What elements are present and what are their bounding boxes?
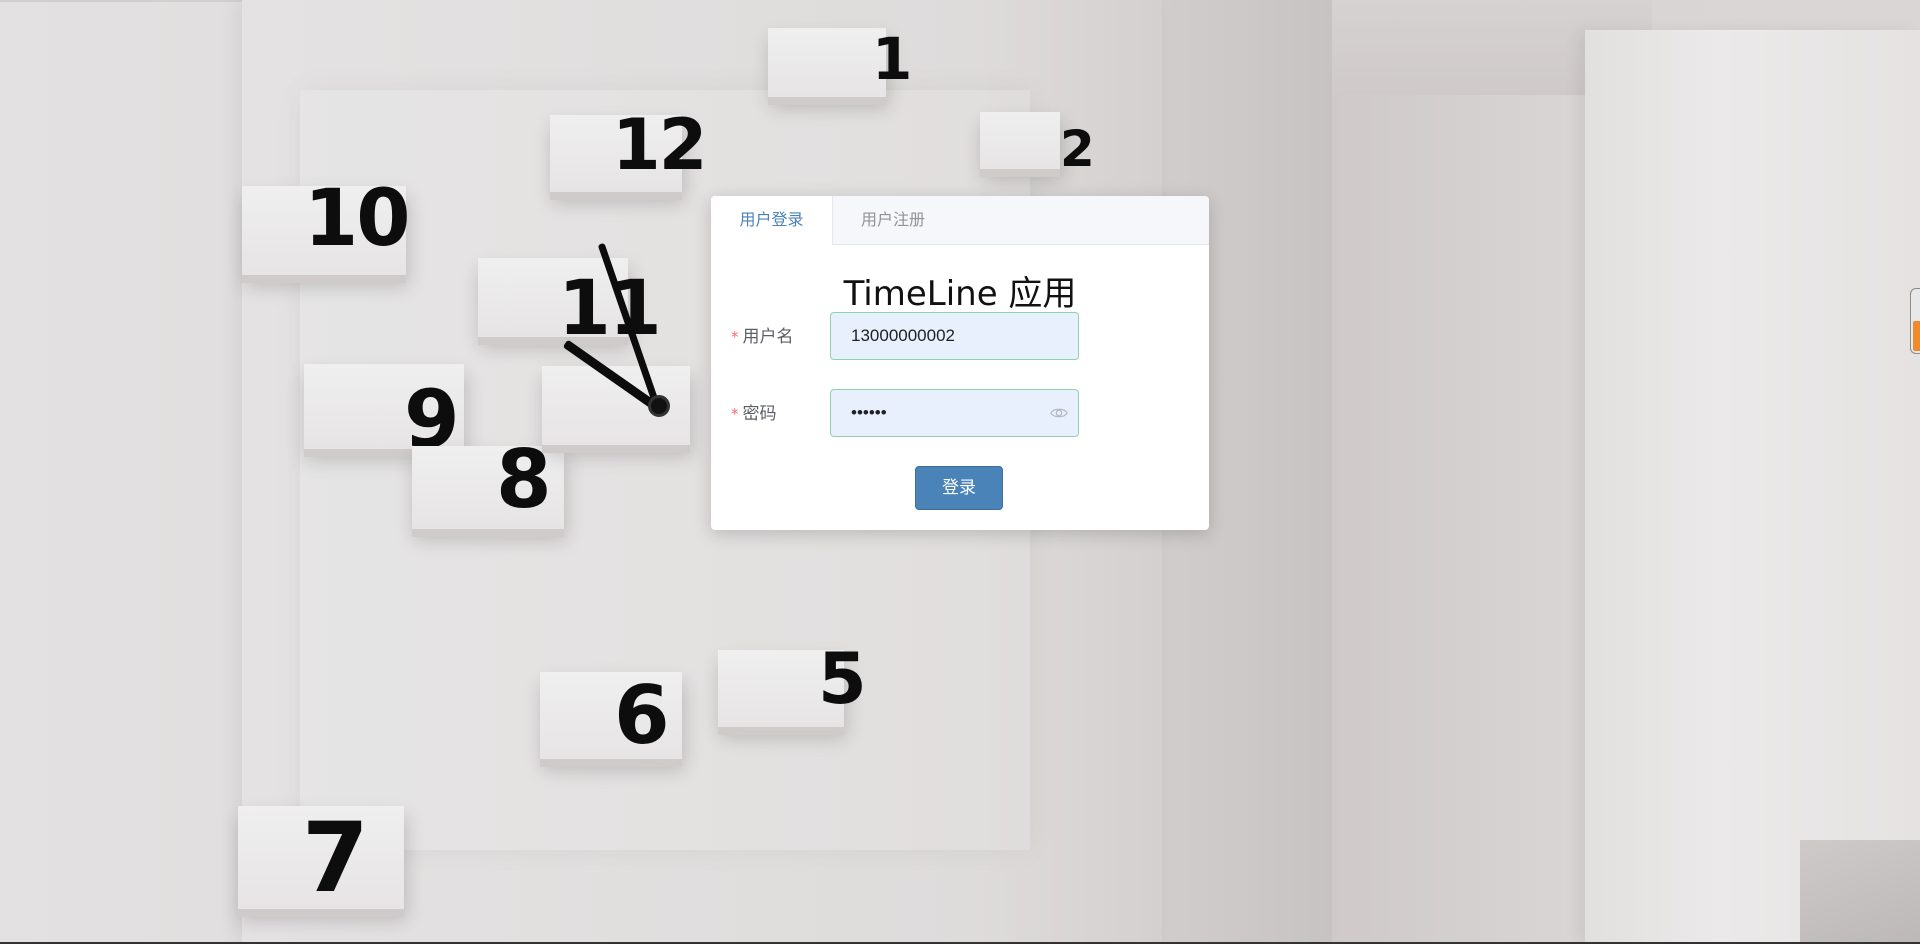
clock-pivot	[648, 395, 670, 417]
password-field	[830, 389, 1079, 437]
login-card: 用户登录 用户注册 TimeLine 应用 *用户名 *密码 登录	[711, 196, 1209, 530]
clock-block	[980, 112, 1060, 177]
clock-number: 7	[302, 802, 369, 914]
clock-number: 10	[304, 174, 411, 264]
background-floor	[1800, 840, 1920, 944]
side-scroll-handle-fill	[1913, 321, 1920, 351]
required-mark: *	[731, 328, 739, 346]
password-row: * 密码	[711, 389, 1209, 439]
side-scroll-handle[interactable]	[1910, 288, 1920, 354]
username-label-text: 用户名	[742, 327, 794, 347]
username-field	[830, 312, 1079, 360]
tab-bar: 用户登录 用户注册	[711, 196, 1209, 245]
password-label-text: 密码	[742, 404, 777, 424]
app-title: TimeLine 应用	[843, 274, 1077, 314]
clock-number: 12	[612, 104, 707, 186]
tab-user-login[interactable]: 用户登录	[711, 196, 833, 245]
username-label: * 用户名	[731, 312, 794, 362]
clock-number: 1	[872, 25, 912, 93]
clock-number: 5	[818, 638, 867, 720]
clock-number: 11	[558, 263, 662, 352]
username-row: * 用户名	[711, 312, 1209, 362]
password-label: * 密码	[731, 389, 777, 439]
tab-user-register[interactable]: 用户注册	[833, 196, 953, 245]
clock-number: 2	[1060, 120, 1095, 178]
clock-block	[768, 28, 886, 105]
login-button[interactable]: 登录	[915, 466, 1003, 510]
background-pillar	[1585, 30, 1920, 944]
clock-number: 6	[614, 669, 670, 762]
password-input[interactable]	[831, 390, 1051, 436]
username-input[interactable]	[831, 313, 1051, 359]
eye-icon[interactable]	[1050, 405, 1068, 421]
required-mark: *	[731, 405, 739, 423]
